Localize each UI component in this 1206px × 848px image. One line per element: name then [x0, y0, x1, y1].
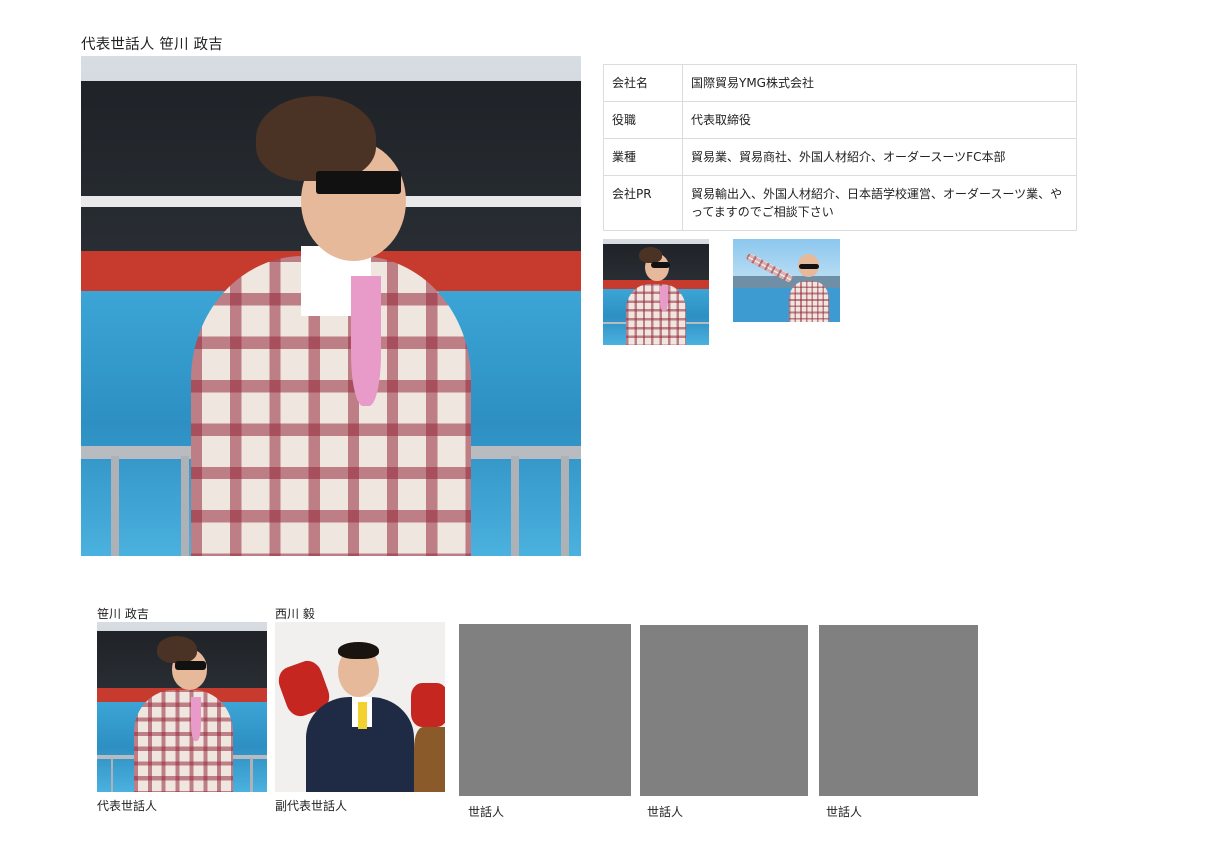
table-row: 会社名 国際貿易YMG株式会社: [603, 64, 1077, 102]
profile-main-photo: [81, 56, 581, 556]
table-row: 役職 代表取締役: [603, 101, 1077, 139]
info-value: 貿易業、貿易商社、外国人材紹介、オーダースーツFC本部: [682, 138, 1077, 176]
table-row: 会社PR 貿易輸出入、外国人材紹介、日本語学校運営、オーダースーツ業、やってます…: [603, 175, 1077, 231]
info-key: 会社PR: [603, 175, 683, 231]
member-photo-placeholder[interactable]: [459, 624, 631, 796]
page-title: 代表世話人 笹川 政吉: [81, 37, 223, 53]
member-role: 世話人: [647, 805, 684, 819]
member-name: 笹川 政吉: [97, 607, 149, 621]
company-info-table: 会社名 国際貿易YMG株式会社 役職 代表取締役 業種 貿易業、貿易商社、外国人…: [603, 64, 1077, 231]
info-value: 貿易輸出入、外国人材紹介、日本語学校運営、オーダースーツ業、やってますのでご相談…: [682, 175, 1077, 231]
member-name: 西川 毅: [275, 607, 315, 621]
member-role: 世話人: [468, 805, 505, 819]
gallery-thumbnail-2[interactable]: [733, 239, 840, 322]
info-value: 代表取締役: [682, 101, 1077, 139]
member-photo-1[interactable]: [97, 622, 267, 792]
member-role: 代表世話人: [97, 799, 158, 813]
member-photo-placeholder[interactable]: [819, 625, 978, 796]
member-role: 世話人: [826, 805, 863, 819]
info-key: 会社名: [603, 64, 683, 102]
info-value: 国際貿易YMG株式会社: [682, 64, 1077, 102]
table-row: 業種 貿易業、貿易商社、外国人材紹介、オーダースーツFC本部: [603, 138, 1077, 176]
member-photo-2[interactable]: [275, 622, 445, 792]
gallery-thumbnail-1[interactable]: [603, 239, 709, 345]
info-key: 役職: [603, 101, 683, 139]
member-photo-placeholder[interactable]: [640, 625, 808, 796]
info-key: 業種: [603, 138, 683, 176]
member-role: 副代表世話人: [275, 799, 348, 813]
